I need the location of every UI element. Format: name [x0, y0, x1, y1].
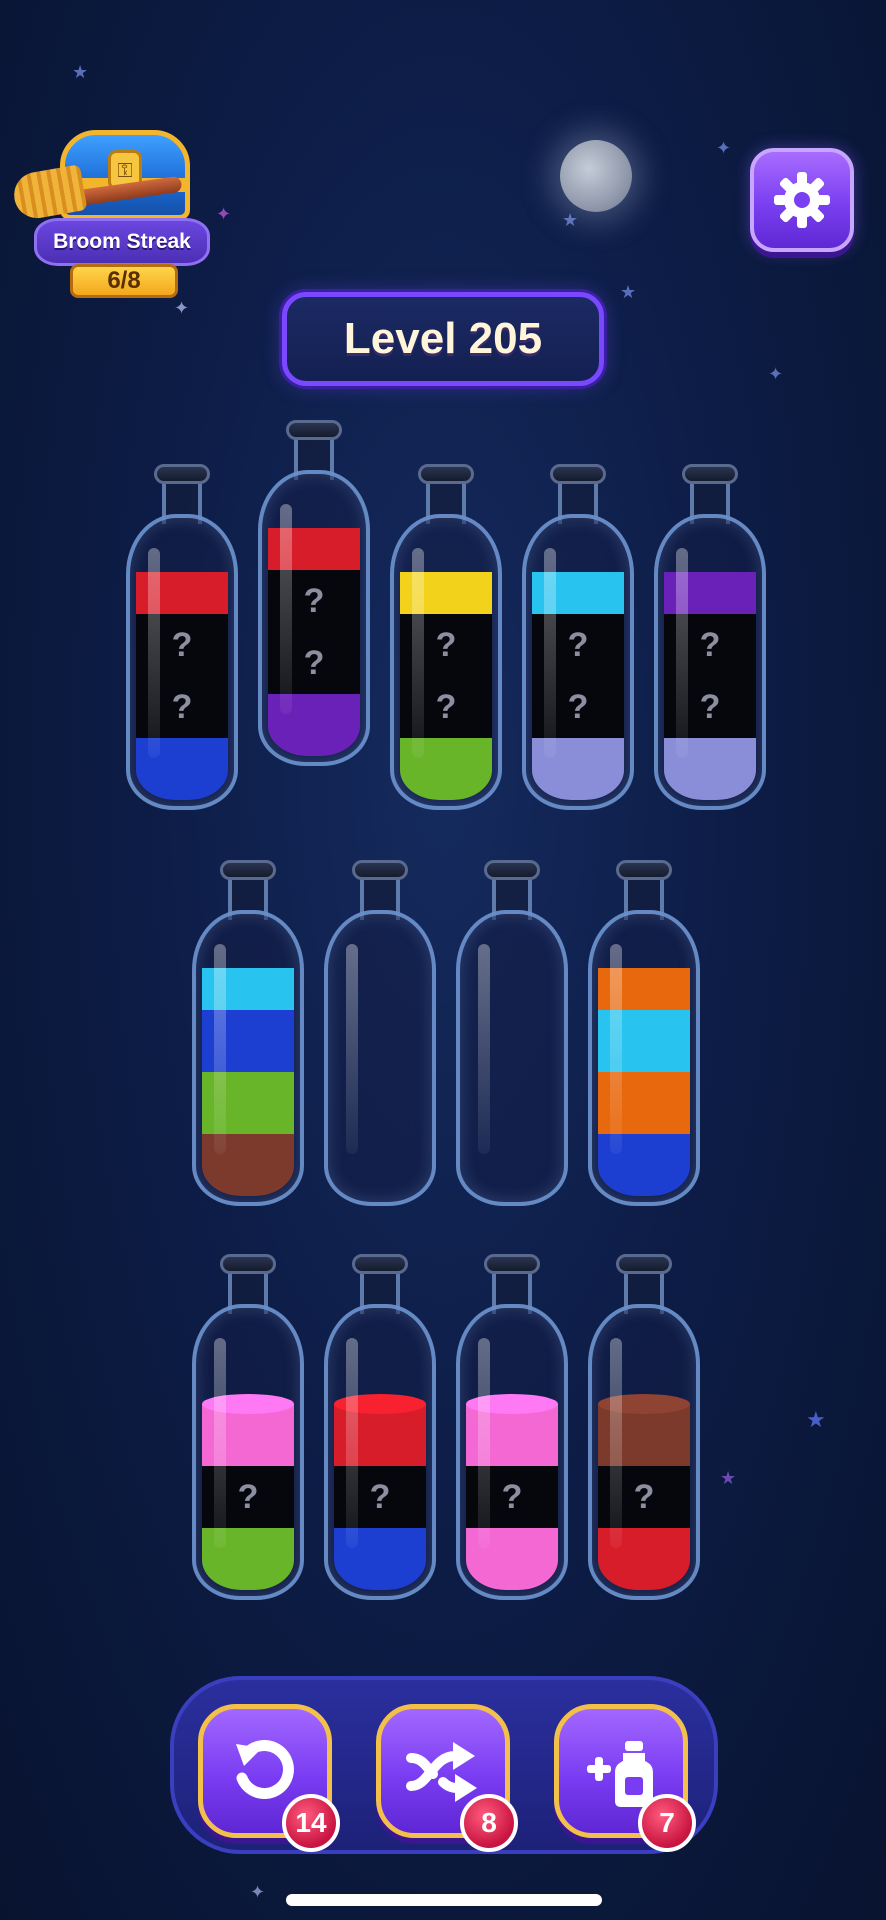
settings-button[interactable]	[750, 148, 854, 252]
streak-label: Broom Streak	[53, 230, 191, 253]
bottle-cap	[550, 464, 606, 484]
hidden-mark: ?	[501, 1477, 523, 1516]
star-decoration: ★	[720, 1468, 737, 1489]
hidden-mark: ?	[699, 687, 721, 726]
shuffle-icon	[406, 1742, 477, 1802]
star-decoration: ✦	[716, 138, 732, 159]
hidden-mark: ?	[171, 625, 193, 664]
level-indicator: Level 205	[282, 292, 604, 386]
bottle-cap	[154, 464, 210, 484]
bottle-cap	[352, 860, 408, 880]
undo-icon	[236, 1740, 294, 1799]
hidden-mark: ?	[567, 625, 589, 664]
bottle[interactable]: ?	[192, 1254, 304, 1600]
bottle-glass: ??	[126, 514, 238, 810]
bottle-glass	[588, 910, 700, 1206]
bottle-cap	[352, 1254, 408, 1274]
hidden-mark: ?	[171, 687, 193, 726]
bottle-glass: ??	[654, 514, 766, 810]
bottle-glass: ?	[456, 1304, 568, 1600]
bottle-cap	[616, 860, 672, 880]
bottle-cap	[418, 464, 474, 484]
bottle[interactable]: ??	[654, 464, 766, 810]
level-label: Level 205	[343, 314, 543, 363]
hidden-mark: ?	[369, 1477, 391, 1516]
hidden-mark: ?	[567, 687, 589, 726]
home-indicator[interactable]	[286, 1894, 602, 1906]
bottle-cap	[682, 464, 738, 484]
broom-streak-widget[interactable]: ⚿ Broom Streak 6/8	[10, 118, 212, 298]
star-decoration: ★	[562, 210, 579, 231]
bottle[interactable]: ??	[522, 464, 634, 810]
streak-count: 6/8	[70, 264, 178, 298]
hidden-mark: ?	[435, 625, 457, 664]
bottle[interactable]: ??	[258, 420, 370, 766]
bottle-glass	[192, 910, 304, 1206]
star-decoration: ★	[72, 62, 89, 83]
star-decoration: ★	[806, 1408, 826, 1433]
bottle-glass: ?	[588, 1304, 700, 1600]
bottle[interactable]: ?	[324, 1254, 436, 1600]
bottle-cap	[220, 1254, 276, 1274]
bottle-glass: ??	[258, 470, 370, 766]
bottle-cap	[484, 860, 540, 880]
hidden-mark: ?	[237, 1477, 259, 1516]
bottle-glass: ?	[324, 1304, 436, 1600]
bottle-glass	[456, 910, 568, 1206]
bottle-cap	[286, 420, 342, 440]
star-decoration: ✦	[216, 204, 232, 225]
bottle-cap	[616, 1254, 672, 1274]
hidden-mark: ?	[699, 625, 721, 664]
bottle[interactable]: ?	[588, 1254, 700, 1600]
hidden-mark: ?	[303, 581, 325, 620]
hidden-mark: ?	[435, 687, 457, 726]
star-decoration: ✦	[768, 364, 784, 385]
bottle-glass: ??	[390, 514, 502, 810]
bottle[interactable]: ?	[456, 1254, 568, 1600]
hidden-mark: ?	[633, 1477, 655, 1516]
star-decoration: ✦	[174, 298, 190, 319]
bottle-glass: ?	[192, 1304, 304, 1600]
undo-count-badge: 14	[282, 1794, 340, 1852]
bottle[interactable]: ??	[126, 464, 238, 810]
bottle[interactable]	[456, 860, 568, 1206]
bottle[interactable]: ??	[390, 464, 502, 810]
shuffle-count-badge: 8	[460, 1794, 518, 1852]
add-bottle-count-badge: 7	[638, 1794, 696, 1852]
star-decoration: ✦	[250, 1882, 266, 1903]
bottle-glass: ??	[522, 514, 634, 810]
bottle[interactable]	[324, 860, 436, 1206]
bottle[interactable]	[588, 860, 700, 1206]
star-decoration: ★	[620, 282, 637, 303]
moon-decoration	[560, 140, 632, 212]
bottle-glass	[324, 910, 436, 1206]
hidden-mark: ?	[303, 643, 325, 682]
gear-icon	[774, 172, 830, 228]
bottle-cap	[220, 860, 276, 880]
bottle[interactable]	[192, 860, 304, 1206]
bottle-cap	[484, 1254, 540, 1274]
